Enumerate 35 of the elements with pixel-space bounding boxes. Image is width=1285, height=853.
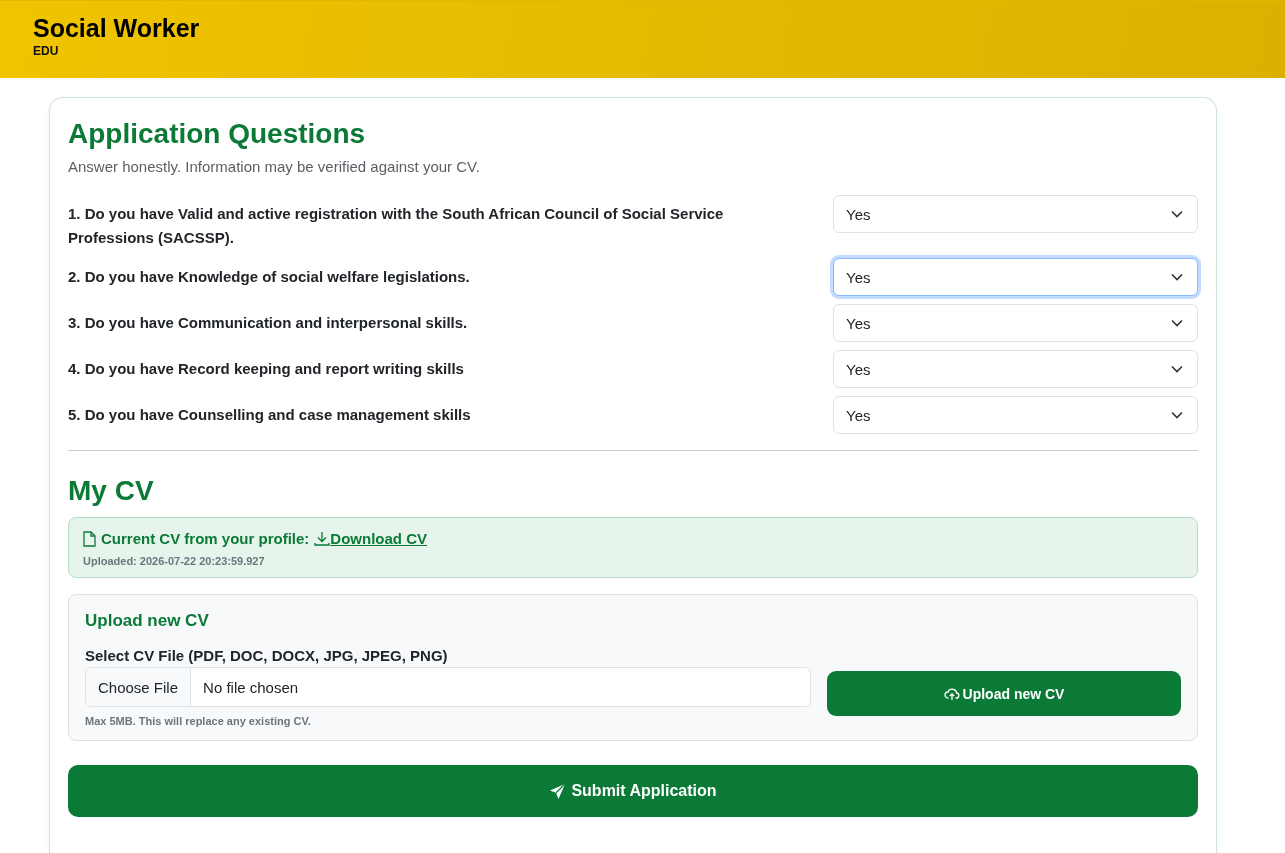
current-cv-label: Current CV from your profile: [101,530,310,547]
choose-file-button[interactable]: Choose File [86,668,192,706]
file-field[interactable]: Choose File No file chosen [85,667,811,707]
file-status: No file chosen [202,677,300,698]
section-title: Application Questions [68,117,366,151]
upload-title: Upload new CV [85,611,209,631]
hint-text: Max 5MB. This will replace any existing CV. [85,715,311,727]
question-label: 5. Do you have Counselling and case management skills [68,405,472,425]
question-label: 1. Do you have Valid and active registration with the South African Council of Social Service Professions (SACSSP). [68,204,725,248]
section-title: My CV [68,474,154,508]
answer-dropdown[interactable]: Yes [833,396,1198,434]
question-label: 4. Do you have Record keeping and report writing skills [68,359,465,379]
upload-button[interactable]: Upload new CV [827,671,1181,716]
document-icon [83,530,96,547]
chevron-down-icon [1171,411,1183,419]
answer-dropdown[interactable]: Yes [833,195,1198,233]
chevron-down-icon [1171,210,1183,218]
answer-dropdown[interactable]: Yes [833,304,1198,342]
upload-timestamp: Uploaded: 2026-07-22 20:23:59.927 [83,555,265,567]
answer-dropdown[interactable]: Yes [833,350,1198,388]
submit-button[interactable]: Submit Application [68,765,1198,817]
app-title: Social Worker [33,14,200,42]
download-link[interactable]: Download CV [314,530,428,547]
answer-dropdown[interactable]: Yes [833,258,1198,296]
send-icon [549,782,567,800]
chevron-down-icon [1171,365,1183,373]
cloud-upload-icon [943,686,960,701]
intro-text: Answer honestly. Information may be verified against your CV. [68,158,480,175]
field-label: Select CV File (PDF, DOC, DOCX, JPG, JPEG, PNG) [85,647,448,664]
chevron-down-icon [1171,273,1183,281]
chevron-down-icon [1171,319,1183,327]
question-label: 2. Do you have Knowledge of social welfare legislations. [68,267,471,287]
question-label: 3. Do you have Communication and interpersonal skills. [68,313,469,333]
app-subtitle: EDU [33,44,59,58]
download-icon [314,531,331,546]
